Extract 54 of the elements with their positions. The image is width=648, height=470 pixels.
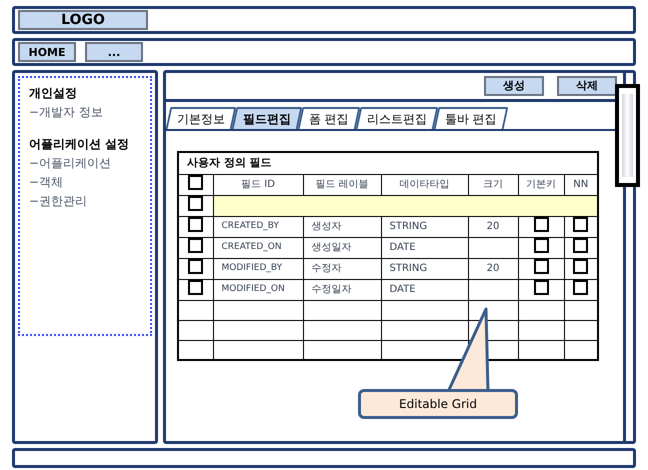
callout: Editable Grid	[358, 389, 518, 419]
checkbox[interactable]	[188, 280, 204, 294]
menu-item[interactable]: −객체	[29, 174, 141, 191]
grid-title: 사용자 정의 필드	[187, 156, 272, 169]
checkbox[interactable]	[573, 258, 588, 274]
table-cell: DATE	[381, 237, 468, 258]
table-cell: CREATED_ON	[213, 237, 303, 258]
menu-item[interactable]: −권한관리	[29, 193, 141, 210]
table-cell: 수정일자	[303, 279, 381, 300]
table-cell: STRING	[381, 216, 468, 237]
checkbox[interactable]	[188, 174, 204, 190]
checkbox[interactable]	[188, 196, 204, 210]
tab[interactable]: 폼 편집	[298, 107, 360, 129]
column-header: 크기	[468, 174, 518, 195]
menu-heading: 개인설정	[29, 85, 78, 102]
checkbox[interactable]	[534, 258, 548, 274]
table-cell: DATE	[381, 279, 468, 300]
scrollbar-thumb[interactable]	[622, 94, 633, 177]
table-cell: 생성일자	[303, 237, 381, 258]
action-button[interactable]: 삭제	[557, 76, 617, 96]
new-row-input[interactable]	[213, 195, 598, 216]
nav-button[interactable]: ...	[85, 42, 143, 62]
nav-button[interactable]: HOME	[18, 42, 76, 62]
column-header: 필드 레이블	[303, 174, 381, 195]
menu-item[interactable]: −어플리케이션	[29, 155, 141, 172]
checkbox[interactable]	[188, 258, 204, 274]
table-cell: STRING	[381, 258, 468, 279]
table-cell: 수정자	[303, 258, 381, 279]
column-header: 기본키	[518, 174, 564, 195]
checkbox[interactable]	[573, 280, 588, 294]
table-cell: CREATED_BY	[213, 216, 303, 237]
checkbox[interactable]	[573, 238, 588, 252]
table-cell: 20	[468, 216, 518, 237]
table-cell: MODIFIED_ON	[213, 279, 303, 300]
tab[interactable]: 기본정보	[166, 107, 236, 129]
table-cell: 생성자	[303, 216, 381, 237]
scrollbar[interactable]	[615, 84, 640, 187]
checkbox[interactable]	[188, 216, 204, 232]
checkbox[interactable]	[188, 238, 204, 252]
menu-heading: 어플리케이션 설정	[29, 136, 130, 153]
checkbox[interactable]	[534, 216, 548, 232]
column-header: 필드 ID	[213, 174, 303, 195]
checkbox[interactable]	[534, 280, 548, 294]
logo[interactable]: LOGO	[18, 10, 148, 30]
tab[interactable]: 필드편집	[232, 107, 302, 129]
menu-item[interactable]: −개발자 정보	[29, 104, 141, 121]
tab[interactable]: 리스트편집	[356, 107, 438, 129]
column-header: 데이타타입	[381, 174, 468, 195]
table-cell: MODIFIED_BY	[213, 258, 303, 279]
tab[interactable]: 툴바 편집	[434, 107, 508, 129]
checkbox[interactable]	[573, 216, 588, 232]
checkbox[interactable]	[534, 238, 548, 252]
table-cell: 20	[468, 258, 518, 279]
action-button[interactable]: 생성	[484, 76, 544, 96]
